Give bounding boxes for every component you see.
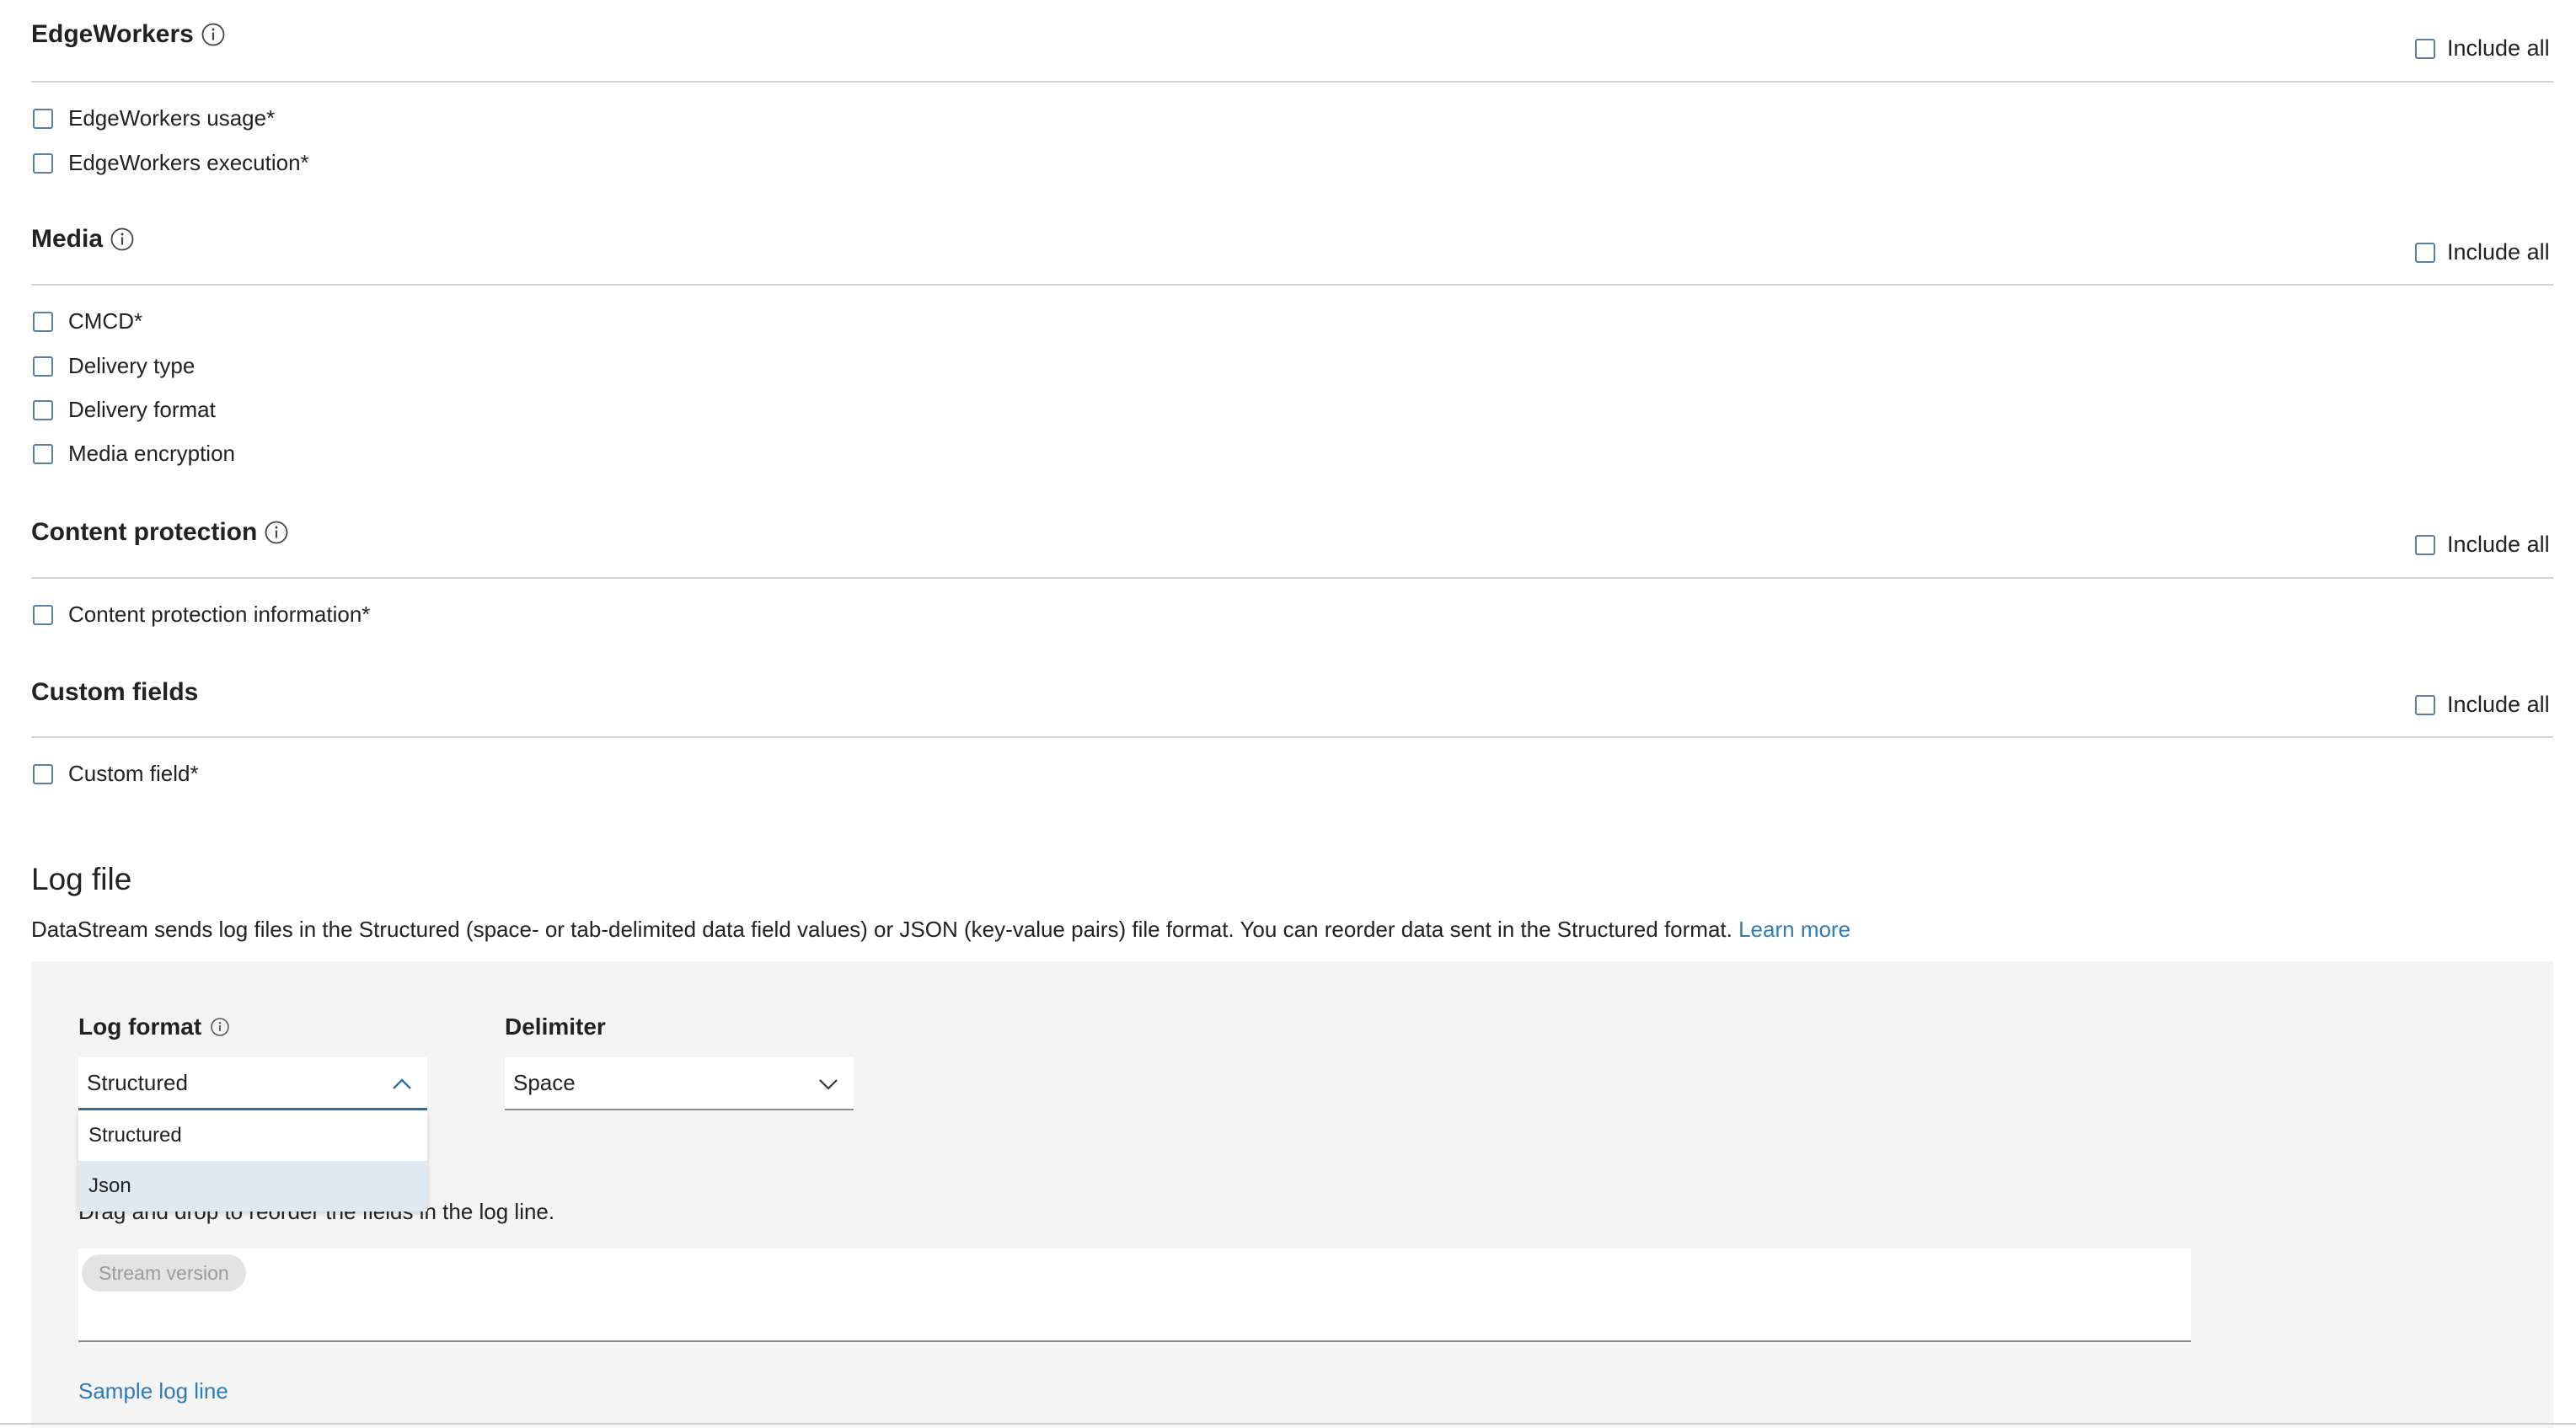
log-format-dropdown: Structured Json — [78, 1110, 427, 1211]
info-icon[interactable] — [264, 520, 289, 545]
chevron-down-icon — [818, 1070, 838, 1096]
field-checkbox[interactable] — [33, 152, 53, 174]
delimiter-select[interactable]: Space — [505, 1057, 854, 1110]
field-delivery-format[interactable]: Delivery format — [33, 397, 216, 423]
log-format-selected-value: Structured — [87, 1069, 188, 1095]
log-format-select[interactable]: Structured — [78, 1057, 427, 1110]
bottom-border — [0, 1423, 2576, 1425]
field-checkbox[interactable] — [33, 763, 53, 784]
delimiter-selected-value: Space — [513, 1070, 576, 1095]
field-checkbox[interactable] — [33, 311, 53, 332]
include-all-label: Include all — [2447, 692, 2550, 717]
log-format-label: Log format — [78, 1014, 230, 1040]
field-edgeworkers-execution[interactable]: EdgeWorkers execution* — [33, 150, 309, 176]
info-icon[interactable] — [210, 1017, 230, 1037]
section-title-text: EdgeWorkers — [31, 20, 194, 48]
include-all-checkbox[interactable] — [2415, 38, 2435, 59]
field-chip[interactable]: Stream version — [82, 1254, 246, 1292]
include-all-media[interactable]: Include all — [2415, 239, 2550, 265]
section-title-media: Media — [31, 225, 135, 254]
option-structured[interactable]: Structured — [78, 1110, 427, 1161]
field-checkbox[interactable] — [33, 604, 53, 625]
field-label: CMCD* — [68, 308, 143, 334]
section-title-content-protection: Content protection — [31, 518, 289, 547]
field-custom-field[interactable]: Custom field* — [33, 761, 199, 787]
divider — [31, 577, 2553, 579]
log-file-description: DataStream sends log files in the Struct… — [31, 917, 1850, 943]
section-title-text: Content protection — [31, 518, 258, 546]
info-icon[interactable] — [201, 22, 226, 47]
section-title-text: Media — [31, 225, 104, 253]
divider — [31, 284, 2553, 286]
log-fields-drop-area[interactable]: Stream version — [78, 1249, 2191, 1342]
field-label: Content protection information* — [68, 602, 371, 627]
include-all-custom-fields[interactable]: Include all — [2415, 692, 2550, 718]
include-all-checkbox[interactable] — [2415, 694, 2435, 715]
field-content-protection-information[interactable]: Content protection information* — [33, 602, 370, 628]
include-all-content-protection[interactable]: Include all — [2415, 532, 2550, 558]
log-format-label-text: Log format — [78, 1014, 202, 1040]
field-checkbox[interactable] — [33, 443, 53, 464]
delimiter-label: Delimiter — [505, 1014, 606, 1040]
include-all-edgeworkers[interactable]: Include all — [2415, 35, 2550, 62]
field-checkbox[interactable] — [33, 108, 53, 129]
learn-more-link[interactable]: Learn more — [1738, 917, 1850, 942]
divider — [31, 736, 2553, 738]
chevron-up-icon — [392, 1070, 412, 1096]
field-checkbox[interactable] — [33, 356, 53, 377]
field-label: Media encryption — [68, 441, 235, 466]
field-label: Custom field* — [68, 761, 199, 786]
include-all-checkbox[interactable] — [2415, 242, 2435, 263]
description-text: DataStream sends log files in the Struct… — [31, 917, 1733, 942]
field-media-encryption[interactable]: Media encryption — [33, 441, 235, 467]
include-all-label: Include all — [2447, 532, 2550, 557]
field-checkbox[interactable] — [33, 399, 53, 420]
field-label: EdgeWorkers execution* — [68, 150, 309, 175]
field-cmcd[interactable]: CMCD* — [33, 308, 142, 334]
include-all-label: Include all — [2447, 35, 2550, 61]
field-label: Delivery format — [68, 397, 216, 422]
info-icon[interactable] — [110, 227, 135, 252]
log-file-title: Log file — [31, 862, 132, 896]
field-label: EdgeWorkers usage* — [68, 105, 276, 131]
field-label: Delivery type — [68, 353, 195, 378]
section-title-custom-fields: Custom fields — [31, 678, 198, 707]
section-title-text: Custom fields — [31, 678, 199, 706]
field-edgeworkers-usage[interactable]: EdgeWorkers usage* — [33, 105, 275, 131]
field-delivery-type[interactable]: Delivery type — [33, 353, 195, 379]
divider — [31, 81, 2553, 83]
include-all-checkbox[interactable] — [2415, 534, 2435, 555]
include-all-label: Include all — [2447, 239, 2550, 265]
section-title-edgeworkers: EdgeWorkers — [31, 20, 226, 49]
option-json[interactable]: Json — [78, 1161, 427, 1211]
sample-log-line-link[interactable]: Sample log line — [78, 1378, 228, 1404]
